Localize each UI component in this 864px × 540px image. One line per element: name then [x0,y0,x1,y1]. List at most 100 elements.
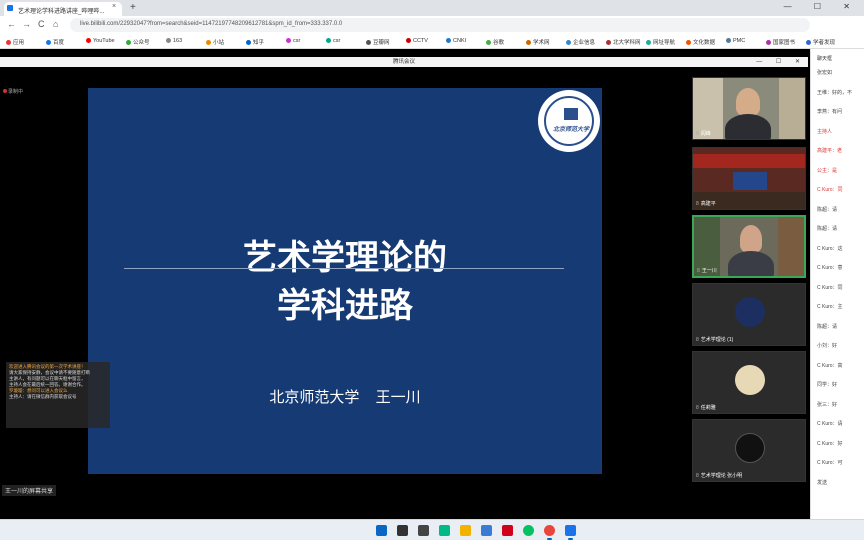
meeting-window-controls[interactable]: — ☐ ✕ [756,57,806,67]
participant-name: 8 艺术学理论 张小明 [696,473,743,479]
side-chat-line: 李燕：有问 [817,109,843,115]
bookmark-icon [6,40,11,46]
netease-icon[interactable] [502,525,513,536]
avatar [735,297,765,327]
bookmark-icon [526,40,531,46]
side-chat-line: C Kuro：可 [817,460,843,466]
forward-icon[interactable]: → [22,19,31,29]
participant-face [740,225,762,253]
side-chat-line: 高建平：老 [817,148,843,154]
bookmark-item[interactable]: csr [326,38,340,44]
shared-slide: 北京师范大学 艺术学理论的 学科进路 北京师范大学 王一川 [88,88,602,474]
side-chat-line: 小刘：好 [817,343,838,349]
taskbar [0,519,864,540]
bookmark-icon [366,40,371,46]
side-chat-line: 张宏如 [817,70,833,76]
participant-body [725,114,771,139]
bookmark-item[interactable]: 文化数据 [686,38,715,46]
window-controls[interactable]: — ☐ ✕ [784,2,860,11]
side-chat-line: 陈超：请 [817,323,838,330]
slide-author: 北京师范大学 王一川 [269,389,421,406]
browser-tab-bar: 艺术理论学科进路讲座_哔哩哔... × + — ☐ ✕ [0,0,864,16]
tab-close-icon[interactable]: × [112,3,116,10]
slide-title-line1: 艺术学理论的 [243,239,447,277]
bookmark-icon [126,40,131,46]
bookmark-item[interactable]: 网址导航 [646,38,675,46]
bookmark-item[interactable]: CCTV [406,38,428,44]
participant-tile-active[interactable]: 8 王一川 [692,215,806,278]
bookmark-icon [766,40,771,46]
back-icon[interactable]: ← [7,19,16,29]
bookmark-item[interactable]: csr [286,38,300,44]
recording-status: 录制中 [8,89,24,95]
participant-tile[interactable]: 8 阎峰 [692,77,806,140]
side-chat-line: 陈超：请 [817,206,838,213]
bookmark-item[interactable]: 公众号 [126,38,150,46]
explorer-icon[interactable] [460,525,471,536]
bookmarks-bar: 应用 百度 YouTube 公众号 163 小站 知乎 csr csr 豆瓣网 CCTV CNKI 谷歌… [0,35,864,49]
wechat-icon[interactable] [523,525,534,536]
building-icon [564,108,578,120]
side-chat-line: C Kuro：同 [817,187,843,193]
participant-tile[interactable]: 8 艺术学理论 张小明 [692,419,806,482]
screen-share-label: 王一川的屏幕共享 [2,485,57,496]
taskview-icon[interactable] [418,525,429,536]
bookmark-item[interactable]: YouTube [86,38,115,44]
bookmark-item[interactable]: CNKI [446,38,466,44]
participant-tile[interactable]: 8 艺术学理论 (1) [692,283,806,346]
mic-icon: 8 [696,405,699,411]
bookmark-item[interactable]: 谷歌 [486,38,504,46]
bookmark-item[interactable]: PMC [726,38,745,44]
side-chat-line: C Kuro：这 [817,245,843,252]
address-bar[interactable]: live.bilibili.com/22932047?from=search&s… [70,18,810,32]
slide-title-line2: 学科进路 [277,287,413,325]
bookmark-item[interactable]: 百度 [46,38,64,46]
bookmark-item[interactable]: 学者发现 [806,38,835,46]
bookmark-item[interactable]: 知乎 [246,38,264,46]
side-chat-line: C Kuro：同 [817,284,843,291]
search-icon[interactable] [397,525,408,536]
bilibili-favicon-icon [7,5,13,11]
bookmark-icon [806,40,811,46]
mic-icon: 8 [696,473,699,479]
side-chat-line: C Kuro：好 [817,440,843,447]
bookmark-item[interactable]: 163 [166,38,182,44]
bookmark-icon [446,38,451,44]
side-chat-panel: 聊天框 张宏如 王维：好的，不 李燕：有问 主持人 高建平：老 公主：是 C Kuro：同陈… [810,49,864,519]
bookmark-item[interactable]: 应用 [6,38,24,46]
reload-icon[interactable]: C [38,19,45,29]
participant-name: 8 高建平 [696,201,716,207]
slide-divider [124,268,564,269]
bookmark-item[interactable]: 豆瓣网 [366,38,390,46]
mic-icon: 8 [696,131,699,137]
start-icon[interactable] [376,525,387,536]
store-icon[interactable] [481,525,492,536]
bookmark-icon [646,40,651,46]
side-chat-line: 张三：好 [817,401,838,408]
participant-name: 8 艺术学理论 (1) [696,337,734,343]
avatar [735,365,765,395]
participant-tile[interactable]: 8 任莉雅 [692,351,806,414]
bookmark-item[interactable]: 企业信息 [566,38,595,46]
record-icon [3,89,7,93]
bookmark-icon [606,40,611,46]
bookmark-icon [246,40,251,46]
chrome-icon[interactable] [544,525,555,540]
side-chat-line: C Kuro：意 [817,265,843,271]
mic-icon: 8 [696,337,699,343]
widgets-icon[interactable] [439,525,450,536]
meeting-icon[interactable] [565,525,576,540]
new-tab-button[interactable]: + [130,2,136,13]
participant-body [728,251,774,276]
bookmark-icon [406,38,411,44]
bookmark-icon [566,40,571,46]
browser-tab[interactable]: 艺术理论学科进路讲座_哔哩哔... [4,2,122,16]
participant-name: 8 任莉雅 [696,405,716,411]
bookmark-item[interactable]: 北大学科网 [606,38,641,46]
bookmark-item[interactable]: 小站 [206,38,224,46]
bookmark-item[interactable]: 学术网 [526,38,550,46]
participant-tile[interactable]: 8 高建平 [692,147,806,210]
bookmark-icon [326,38,331,44]
home-icon[interactable]: ⌂ [53,19,58,29]
bookmark-item[interactable]: 国家图书 [766,38,795,46]
